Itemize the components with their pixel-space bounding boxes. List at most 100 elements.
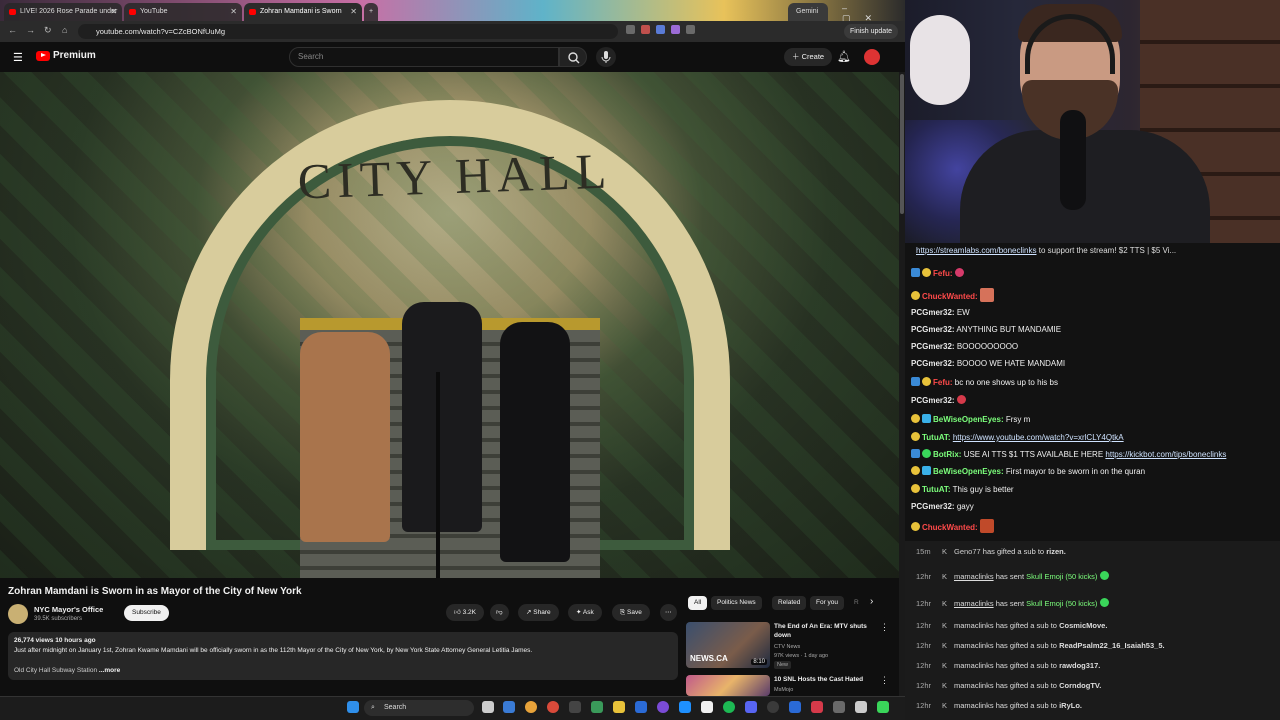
app-icon[interactable]: [591, 701, 603, 713]
chip-all[interactable]: All: [688, 596, 708, 610]
edge-icon[interactable]: [503, 701, 515, 713]
extension-icon[interactable]: [641, 25, 650, 34]
app-icon[interactable]: [679, 701, 691, 713]
app-icon[interactable]: [635, 701, 647, 713]
app-icon[interactable]: [745, 701, 757, 713]
gemini-button[interactable]: Gemini: [788, 3, 828, 21]
rec-thumbnail[interactable]: NEWS.CA 8:10: [686, 622, 770, 668]
dislike-button[interactable]: 👎︎: [490, 604, 509, 621]
kick-icon: K: [942, 599, 948, 608]
search-button[interactable]: [559, 47, 587, 67]
task-view-icon[interactable]: [482, 701, 494, 713]
channel-avatar[interactable]: [8, 604, 28, 624]
alert-row: 12hr Kmamaclinks has gifted a sub to rawd…: [916, 661, 1101, 670]
alert-row: 12hr Kmamaclinks has gifted a sub to Read…: [916, 641, 1165, 650]
extension-icon[interactable]: [671, 25, 680, 34]
chrome-icon[interactable]: [525, 701, 537, 713]
taskbar-search[interactable]: ⌕ Search: [364, 700, 474, 716]
rec-channel[interactable]: MsMojo: [774, 686, 793, 694]
app-icon[interactable]: [569, 701, 581, 713]
chat-message: BeWiseOpenEyes: First mayor to be sworn …: [911, 466, 1145, 476]
alert-row: 12hr Kmamaclinks has gifted a sub to Corn…: [916, 681, 1102, 690]
home-icon[interactable]: ⌂: [62, 25, 67, 35]
subscribe-button[interactable]: Subscribe: [124, 605, 169, 621]
tab-youtube[interactable]: YouTube ✕: [124, 3, 242, 21]
file-explorer-icon[interactable]: [613, 701, 625, 713]
emote-icon: [956, 395, 966, 404]
kick-icon: K: [942, 641, 948, 650]
app-icon[interactable]: [877, 701, 889, 713]
forward-icon[interactable]: →: [26, 25, 35, 35]
like-button[interactable]: 👍︎ 3.2K: [446, 604, 484, 621]
description-box[interactable]: 26,774 views 10 hours ago Just after mid…: [8, 632, 678, 680]
search-input[interactable]: Search: [289, 47, 559, 67]
search-icon: [568, 52, 580, 64]
rec-more-icon[interactable]: ⋮: [880, 675, 889, 686]
youtube-favicon-icon: [129, 9, 136, 15]
chevron-right-icon[interactable]: ›: [870, 596, 873, 607]
close-tab-icon[interactable]: ✕: [230, 3, 237, 21]
ask-button[interactable]: ✦ Ask: [568, 604, 602, 621]
video-player[interactable]: CITY HALL: [0, 72, 899, 578]
finish-update-button[interactable]: Finish update: [844, 24, 899, 39]
pinned-link[interactable]: https://streamlabs.com/boneclinks: [916, 246, 1037, 255]
app-icon[interactable]: [657, 701, 669, 713]
reload-icon[interactable]: ↻: [44, 25, 52, 36]
create-button[interactable]: ＋ Create: [784, 48, 833, 66]
rec-title[interactable]: 10 SNL Hosts the Cast Hated: [774, 675, 874, 684]
rec-thumbnail[interactable]: [686, 675, 770, 696]
chip-politics-news[interactable]: Politics News: [711, 596, 762, 610]
bot-badge-icon: [922, 449, 931, 458]
kick-icon: K: [942, 681, 948, 690]
emoji-badge-icon: [911, 466, 920, 475]
kick-icon: K: [942, 547, 948, 556]
kick-icon: K: [942, 701, 948, 710]
chat-message: Fefu: bc no one shows up to his bs: [911, 377, 1058, 387]
new-tab-button[interactable]: +: [364, 3, 378, 21]
url-field[interactable]: youtube.com/watch?v=CZcBONfUuMg: [78, 24, 618, 39]
chat-message: PCGmer32: ANYTHING BUT MANDAMIE: [911, 325, 1062, 334]
app-icon[interactable]: [701, 701, 713, 713]
extension-icon[interactable]: [626, 25, 635, 34]
pinned-message: https://streamlabs.com/boneclinks to sup…: [916, 246, 1177, 255]
notifications-bell-icon[interactable]: 🔔︎: [837, 50, 851, 63]
app-icon[interactable]: [811, 701, 823, 713]
back-icon[interactable]: ←: [8, 25, 17, 35]
extension-icon[interactable]: [686, 25, 695, 34]
rec-channel[interactable]: CTV News: [774, 643, 800, 651]
alert-row: 12hr Kmamaclinks has sent Skull Emoji (50…: [916, 598, 1111, 608]
kicks-icon: [1099, 598, 1109, 607]
app-icon[interactable]: [547, 701, 559, 713]
channel-name[interactable]: NYC Mayor's Office: [34, 605, 103, 614]
tab-rose-parade[interactable]: LIVE! 2026 Rose Parade under ✕: [4, 3, 122, 21]
emoji-badge-icon: [911, 484, 920, 493]
close-tab-icon[interactable]: ✕: [110, 3, 117, 21]
extension-icon[interactable]: [656, 25, 665, 34]
mic-button[interactable]: [596, 47, 616, 67]
menu-icon[interactable]: ☰: [13, 51, 23, 64]
chip-related[interactable]: Related: [772, 596, 807, 610]
emoji-badge-icon: [922, 377, 931, 386]
save-button[interactable]: ⎘ Save: [612, 604, 650, 621]
more-actions-button[interactable]: ⋯: [660, 604, 677, 621]
share-icon: ↗: [526, 609, 532, 616]
alert-row: 12hr Kmamaclinks has gifted a sub to Cosm…: [916, 621, 1108, 630]
app-icon[interactable]: [855, 701, 867, 713]
app-icon[interactable]: [833, 701, 845, 713]
rec-more-icon[interactable]: ⋮: [880, 622, 889, 633]
youtube-logo[interactable]: Premium: [36, 50, 96, 61]
rec-title[interactable]: The End of An Era: MTV shuts down: [774, 622, 874, 640]
account-avatar[interactable]: [864, 49, 880, 65]
close-tab-icon[interactable]: ✕: [350, 3, 357, 21]
show-more-link[interactable]: ...more: [99, 667, 120, 674]
app-icon[interactable]: [789, 701, 801, 713]
chip-for-you[interactable]: For you: [810, 596, 845, 610]
chip-truncated[interactable]: R: [848, 596, 865, 610]
windows-start-icon[interactable]: [347, 701, 359, 713]
spotify-icon[interactable]: [723, 701, 735, 713]
share-button[interactable]: ↗ Share: [518, 604, 559, 621]
mic-stand: [436, 372, 440, 578]
obs-icon[interactable]: [767, 701, 779, 713]
badge-icon: [922, 414, 931, 423]
tab-mamdani[interactable]: Zohran Mamdani is Sworn ✕: [244, 3, 362, 21]
